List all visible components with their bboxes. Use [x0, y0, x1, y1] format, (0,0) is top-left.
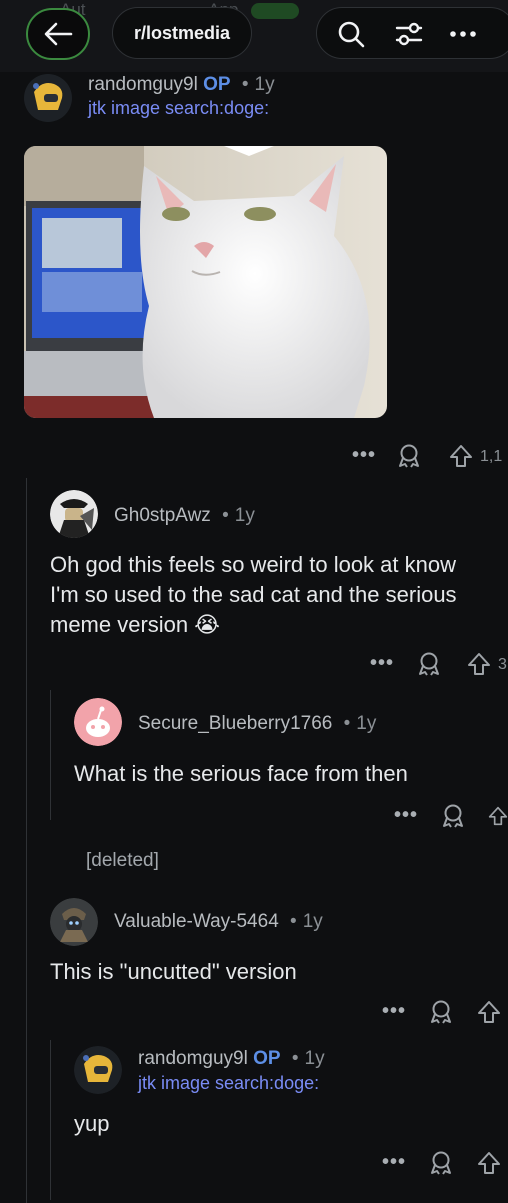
deleted-comment[interactable]: [deleted] — [86, 850, 159, 872]
filter-icon — [395, 22, 423, 46]
avatar[interactable] — [50, 490, 98, 538]
thread-line — [26, 478, 27, 1203]
op-badge: OP — [203, 74, 231, 95]
more-icon — [450, 31, 476, 37]
avatar-icon — [74, 1046, 122, 1094]
avatar-icon — [24, 74, 72, 122]
cat-photo-image — [24, 146, 387, 418]
upvote-button[interactable] — [448, 442, 474, 470]
upvote-button[interactable] — [476, 998, 502, 1026]
search-button[interactable] — [333, 16, 369, 52]
op-badge: OP — [253, 1048, 281, 1069]
timestamp: 1y — [254, 74, 275, 95]
award-button[interactable] — [440, 802, 466, 830]
filter-button[interactable] — [391, 16, 427, 52]
comment-body: Oh god this feels so weird to look at kn… — [50, 550, 508, 640]
award-button[interactable] — [396, 442, 422, 470]
upvote-arrow-icon — [478, 1001, 500, 1023]
award-icon — [399, 444, 419, 468]
comment-line: meme version — [50, 612, 189, 637]
separator: • — [290, 911, 297, 932]
thread-line-nested — [50, 690, 51, 820]
user-flair: jtk image search:doge: — [138, 1073, 320, 1093]
avatar[interactable] — [50, 898, 98, 946]
upvote-arrow-icon — [478, 1152, 500, 1174]
upvote-arrow-icon — [488, 806, 508, 826]
more-options-button[interactable]: ••• — [370, 652, 394, 675]
thread-line-nested — [50, 1040, 51, 1200]
upvote-arrow-icon — [468, 653, 490, 675]
upvote-button[interactable] — [488, 802, 508, 830]
award-icon — [443, 804, 463, 828]
username[interactable]: Secure_Blueberry1766 — [138, 713, 332, 734]
award-icon — [431, 1000, 451, 1024]
upvote-button[interactable] — [476, 1149, 502, 1177]
username[interactable]: Valuable-Way-5464 — [114, 911, 279, 932]
comment-line-last: meme version 😭 — [50, 610, 508, 640]
snoo-avatar-icon — [74, 698, 122, 746]
timestamp: 1y — [234, 505, 255, 526]
more-options-button[interactable]: ••• — [352, 444, 376, 467]
crying-emoji: 😭 — [194, 612, 220, 637]
avatar-icon — [50, 898, 98, 946]
comment-header: Valuable-Way-5464 • 1y — [114, 911, 323, 933]
more-options-button[interactable]: ••• — [394, 804, 418, 827]
back-button[interactable] — [26, 8, 90, 60]
avatar-icon — [50, 490, 98, 538]
subreddit-name: r/lostmedia — [133, 22, 231, 43]
comment-line: Oh god this feels so weird to look at kn… — [50, 552, 456, 577]
separator: • — [222, 505, 229, 526]
avatar[interactable] — [24, 74, 72, 122]
upvote-arrow-icon — [450, 445, 472, 467]
separator: • — [241, 74, 249, 95]
arrow-left-icon — [44, 22, 73, 46]
award-button[interactable] — [428, 1149, 454, 1177]
search-icon — [338, 21, 365, 48]
comment-header: randomguy9l OP • 1y — [138, 1048, 325, 1070]
award-button[interactable] — [416, 650, 442, 678]
avatar[interactable] — [74, 1046, 122, 1094]
ghost-badge — [251, 2, 300, 19]
user-flair: jtk image search:doge: — [88, 98, 270, 118]
award-icon — [431, 1151, 451, 1175]
timestamp: 1y — [302, 911, 323, 932]
award-icon — [419, 652, 439, 676]
header-actions — [316, 7, 508, 59]
comment-line: I'm so used to the sad cat and the serio… — [50, 582, 457, 607]
vote-count: 3 — [498, 656, 507, 673]
more-button[interactable] — [445, 16, 481, 52]
comment-image[interactable] — [24, 146, 387, 418]
separator: • — [291, 1048, 299, 1069]
upvote-button[interactable] — [466, 650, 492, 678]
more-options-button[interactable]: ••• — [382, 1000, 406, 1023]
subreddit-title-button[interactable]: r/lostmedia — [112, 7, 252, 59]
comment-body: What is the serious face from then — [74, 761, 408, 786]
timestamp: 1y — [356, 713, 377, 734]
separator: • — [343, 713, 351, 734]
username[interactable]: Gh0stpAwz — [114, 505, 211, 526]
comment-header: Gh0stpAwz • 1y — [114, 505, 255, 527]
comment-header: Secure_Blueberry1766 • 1y — [138, 713, 376, 735]
timestamp: 1y — [304, 1048, 325, 1069]
vote-count: 1,1 — [480, 448, 503, 465]
comment-body: yup — [74, 1111, 110, 1136]
more-options-button[interactable]: ••• — [382, 1151, 406, 1174]
username[interactable]: randomguy9l — [138, 1048, 248, 1069]
top-bar: Aut App r/lostmedia — [0, 0, 508, 72]
award-button[interactable] — [428, 998, 454, 1026]
username[interactable]: randomguy9l — [88, 74, 198, 95]
avatar[interactable] — [74, 698, 122, 746]
comment-header: randomguy9l OP • 1y — [88, 74, 275, 96]
comment-body: This is "uncutted" version — [50, 959, 297, 984]
